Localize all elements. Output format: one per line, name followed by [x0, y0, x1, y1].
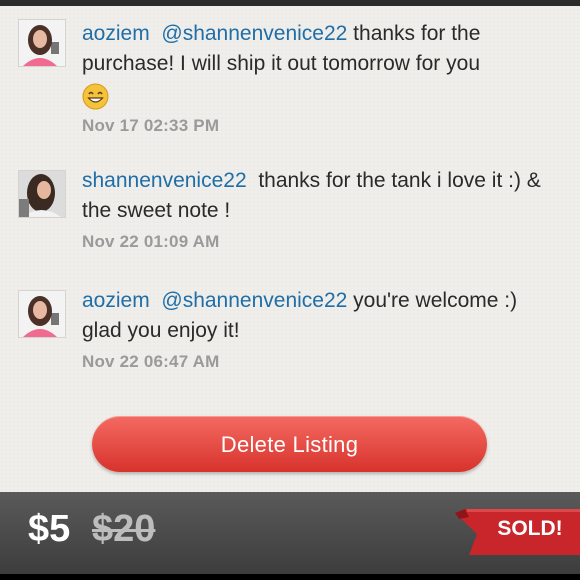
sold-ribbon: SOLD!	[455, 509, 580, 555]
comment-body: aoziem @shannenvenice22 you're welcome :…	[82, 286, 552, 372]
comment-body: aoziem @shannenvenice22 thanks for the p…	[82, 19, 552, 136]
price-bar: $5 $20 SOLD!	[0, 492, 580, 574]
avatar[interactable]	[18, 19, 66, 67]
top-edge	[0, 0, 580, 6]
comment-message: shannenvenice22 thanks for the tank i lo…	[82, 166, 552, 226]
username-link[interactable]: shannenvenice22	[82, 169, 247, 192]
comment-body: shannenvenice22 thanks for the tank i lo…	[82, 166, 552, 252]
smiling-face-icon	[82, 83, 109, 110]
avatar[interactable]	[18, 290, 66, 338]
username-link[interactable]: aoziem	[82, 22, 150, 45]
delete-listing-button[interactable]: Delete Listing	[92, 416, 487, 472]
original-price: $20	[92, 508, 156, 550]
mention-link[interactable]: @shannenvenice22	[161, 22, 347, 45]
sold-label: SOLD!	[497, 517, 563, 540]
comment-message: aoziem @shannenvenice22 thanks for the p…	[82, 19, 552, 79]
listing-comments-screen: aoziem @shannenvenice22 thanks for the p…	[0, 0, 580, 580]
comment-timestamp: Nov 22 06:47 AM	[82, 352, 220, 371]
bottom-edge	[0, 574, 580, 580]
mention-link[interactable]: @shannenvenice22	[161, 289, 347, 312]
comment-message: aoziem @shannenvenice22 you're welcome :…	[82, 286, 552, 346]
avatar[interactable]	[18, 170, 66, 218]
comment-timestamp: Nov 22 01:09 AM	[82, 232, 220, 251]
current-price: $5	[28, 508, 71, 550]
comment-timestamp: Nov 17 02:33 PM	[82, 116, 220, 135]
username-link[interactable]: aoziem	[82, 289, 150, 312]
